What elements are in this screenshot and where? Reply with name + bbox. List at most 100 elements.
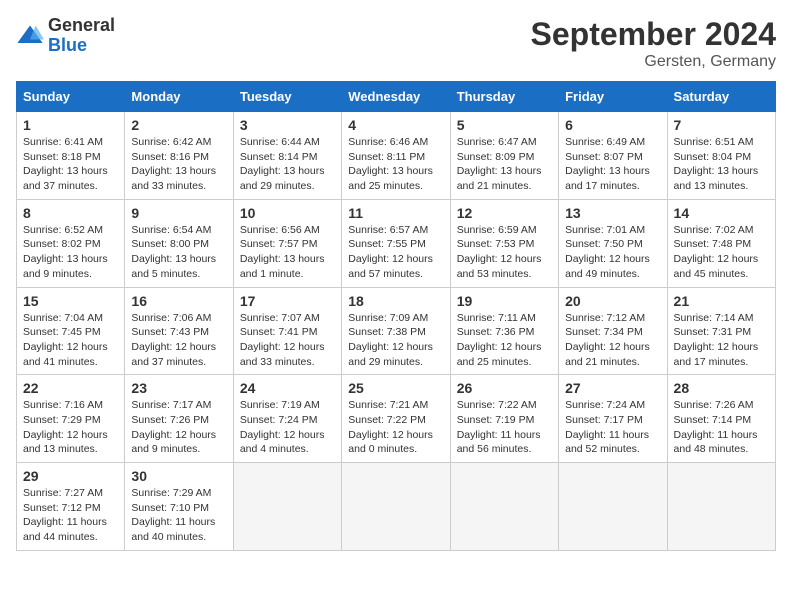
day-number: 10 [240, 205, 335, 221]
day-number: 3 [240, 117, 335, 133]
subtitle: Gersten, Germany [531, 53, 776, 71]
col-friday: Friday [559, 82, 667, 112]
day-info: Sunrise: 7:14 AMSunset: 7:31 PMDaylight:… [674, 311, 769, 370]
calendar-cell: 2Sunrise: 6:42 AMSunset: 8:16 PMDaylight… [125, 112, 233, 200]
title-area: September 2024 Gersten, Germany [531, 16, 776, 71]
calendar-cell [450, 463, 558, 551]
calendar-cell: 16 Sunrise: 7:06 AMSunset: 7:43 PMDayligh… [125, 287, 233, 375]
day-number: 29 [23, 468, 118, 484]
day-number: 22 [23, 380, 118, 396]
calendar-row: 8Sunrise: 6:52 AMSunset: 8:02 PMDaylight… [17, 199, 776, 287]
calendar-cell: 11 Sunrise: 6:57 AMSunset: 7:55 PMDayligh… [342, 199, 450, 287]
calendar-cell: 22 Sunrise: 7:16 AMSunset: 7:29 PMDayligh… [17, 375, 125, 463]
calendar-cell: 1 Sunrise: 6:41 AMSunset: 8:18 PMDaylight… [17, 112, 125, 200]
day-info: Sunrise: 7:19 AMSunset: 7:24 PMDaylight:… [240, 398, 335, 457]
col-thursday: Thursday [450, 82, 558, 112]
col-tuesday: Tuesday [233, 82, 341, 112]
day-number: 30 [131, 468, 226, 484]
day-info: Sunrise: 7:04 AMSunset: 7:45 PMDaylight:… [23, 311, 118, 370]
day-number: 5 [457, 117, 552, 133]
day-number: 6 [565, 117, 660, 133]
day-number: 17 [240, 293, 335, 309]
day-number: 13 [565, 205, 660, 221]
calendar-header-row: Sunday Monday Tuesday Wednesday Thursday… [17, 82, 776, 112]
calendar-cell: 14 Sunrise: 7:02 AMSunset: 7:48 PMDayligh… [667, 199, 775, 287]
day-info: Sunrise: 6:47 AMSunset: 8:09 PMDaylight:… [457, 135, 552, 194]
day-info: Sunrise: 7:21 AMSunset: 7:22 PMDaylight:… [348, 398, 443, 457]
calendar-cell: 13Sunrise: 7:01 AMSunset: 7:50 PMDayligh… [559, 199, 667, 287]
day-info: Sunrise: 7:24 AMSunset: 7:17 PMDaylight:… [565, 398, 660, 457]
day-number: 25 [348, 380, 443, 396]
day-info: Sunrise: 6:44 AMSunset: 8:14 PMDaylight:… [240, 135, 335, 194]
day-info: Sunrise: 6:56 AMSunset: 7:57 PMDaylight:… [240, 223, 335, 282]
calendar-cell: 4 Sunrise: 6:46 AMSunset: 8:11 PMDaylight… [342, 112, 450, 200]
day-info: Sunrise: 6:42 AMSunset: 8:16 PMDaylight:… [131, 135, 226, 194]
day-number: 23 [131, 380, 226, 396]
day-info: Sunrise: 7:11 AMSunset: 7:36 PMDaylight:… [457, 311, 552, 370]
calendar-cell: 21Sunrise: 7:14 AMSunset: 7:31 PMDayligh… [667, 287, 775, 375]
day-info: Sunrise: 7:09 AMSunset: 7:38 PMDaylight:… [348, 311, 443, 370]
logo-blue-text: Blue [48, 36, 115, 56]
calendar-cell: 10 Sunrise: 6:56 AMSunset: 7:57 PMDayligh… [233, 199, 341, 287]
day-number: 9 [131, 205, 226, 221]
calendar-cell: 30 Sunrise: 7:29 AMSunset: 7:10 PMDayligh… [125, 463, 233, 551]
day-info: Sunrise: 7:12 AMSunset: 7:34 PMDaylight:… [565, 311, 660, 370]
calendar-cell [342, 463, 450, 551]
day-info: Sunrise: 7:26 AMSunset: 7:14 PMDaylight:… [674, 398, 769, 457]
day-number: 19 [457, 293, 552, 309]
day-number: 14 [674, 205, 769, 221]
day-info: Sunrise: 6:51 AMSunset: 8:04 PMDaylight:… [674, 135, 769, 194]
calendar-cell: 5 Sunrise: 6:47 AMSunset: 8:09 PMDaylight… [450, 112, 558, 200]
day-number: 16 [131, 293, 226, 309]
day-info: Sunrise: 7:07 AMSunset: 7:41 PMDaylight:… [240, 311, 335, 370]
calendar-cell: 25 Sunrise: 7:21 AMSunset: 7:22 PMDayligh… [342, 375, 450, 463]
day-info: Sunrise: 6:59 AMSunset: 7:53 PMDaylight:… [457, 223, 552, 282]
calendar-row: 15 Sunrise: 7:04 AMSunset: 7:45 PMDayligh… [17, 287, 776, 375]
main-title: September 2024 [531, 16, 776, 53]
day-info: Sunrise: 7:27 AMSunset: 7:12 PMDaylight:… [23, 486, 118, 545]
day-number: 12 [457, 205, 552, 221]
day-number: 1 [23, 117, 118, 133]
calendar-cell [667, 463, 775, 551]
calendar-cell: 17 Sunrise: 7:07 AMSunset: 7:41 PMDayligh… [233, 287, 341, 375]
calendar-cell [559, 463, 667, 551]
calendar-table: Sunday Monday Tuesday Wednesday Thursday… [16, 81, 776, 551]
page-header: General Blue September 2024 Gersten, Ger… [16, 16, 776, 71]
day-info: Sunrise: 7:29 AMSunset: 7:10 PMDaylight:… [131, 486, 226, 545]
calendar-cell: 19 Sunrise: 7:11 AMSunset: 7:36 PMDayligh… [450, 287, 558, 375]
day-info: Sunrise: 7:16 AMSunset: 7:29 PMDaylight:… [23, 398, 118, 457]
calendar-cell: 23Sunrise: 7:17 AMSunset: 7:26 PMDayligh… [125, 375, 233, 463]
calendar-cell: 24 Sunrise: 7:19 AMSunset: 7:24 PMDayligh… [233, 375, 341, 463]
day-info: Sunrise: 6:52 AMSunset: 8:02 PMDaylight:… [23, 223, 118, 282]
calendar-body: 1 Sunrise: 6:41 AMSunset: 8:18 PMDaylight… [17, 112, 776, 551]
day-info: Sunrise: 7:02 AMSunset: 7:48 PMDaylight:… [674, 223, 769, 282]
calendar-cell: 9 Sunrise: 6:54 AMSunset: 8:00 PMDaylight… [125, 199, 233, 287]
calendar-cell: 7Sunrise: 6:51 AMSunset: 8:04 PMDaylight… [667, 112, 775, 200]
logo: General Blue [16, 16, 115, 56]
calendar-cell: 12 Sunrise: 6:59 AMSunset: 7:53 PMDayligh… [450, 199, 558, 287]
day-info: Sunrise: 6:54 AMSunset: 8:00 PMDaylight:… [131, 223, 226, 282]
day-number: 18 [348, 293, 443, 309]
day-number: 26 [457, 380, 552, 396]
day-info: Sunrise: 6:41 AMSunset: 8:18 PMDaylight:… [23, 135, 118, 194]
calendar-cell: 28 Sunrise: 7:26 AMSunset: 7:14 PMDayligh… [667, 375, 775, 463]
calendar-cell: 3 Sunrise: 6:44 AMSunset: 8:14 PMDaylight… [233, 112, 341, 200]
day-number: 15 [23, 293, 118, 309]
day-number: 11 [348, 205, 443, 221]
logo-icon [16, 22, 44, 50]
col-monday: Monday [125, 82, 233, 112]
calendar-row: 22 Sunrise: 7:16 AMSunset: 7:29 PMDayligh… [17, 375, 776, 463]
day-number: 4 [348, 117, 443, 133]
day-info: Sunrise: 6:57 AMSunset: 7:55 PMDaylight:… [348, 223, 443, 282]
day-info: Sunrise: 6:46 AMSunset: 8:11 PMDaylight:… [348, 135, 443, 194]
day-number: 28 [674, 380, 769, 396]
day-number: 27 [565, 380, 660, 396]
calendar-row: 29 Sunrise: 7:27 AMSunset: 7:12 PMDayligh… [17, 463, 776, 551]
day-info: Sunrise: 7:06 AMSunset: 7:43 PMDaylight:… [131, 311, 226, 370]
day-info: Sunrise: 7:22 AMSunset: 7:19 PMDaylight:… [457, 398, 552, 457]
col-sunday: Sunday [17, 82, 125, 112]
day-number: 24 [240, 380, 335, 396]
calendar-cell: 6 Sunrise: 6:49 AMSunset: 8:07 PMDaylight… [559, 112, 667, 200]
calendar-cell [233, 463, 341, 551]
day-info: Sunrise: 6:49 AMSunset: 8:07 PMDaylight:… [565, 135, 660, 194]
